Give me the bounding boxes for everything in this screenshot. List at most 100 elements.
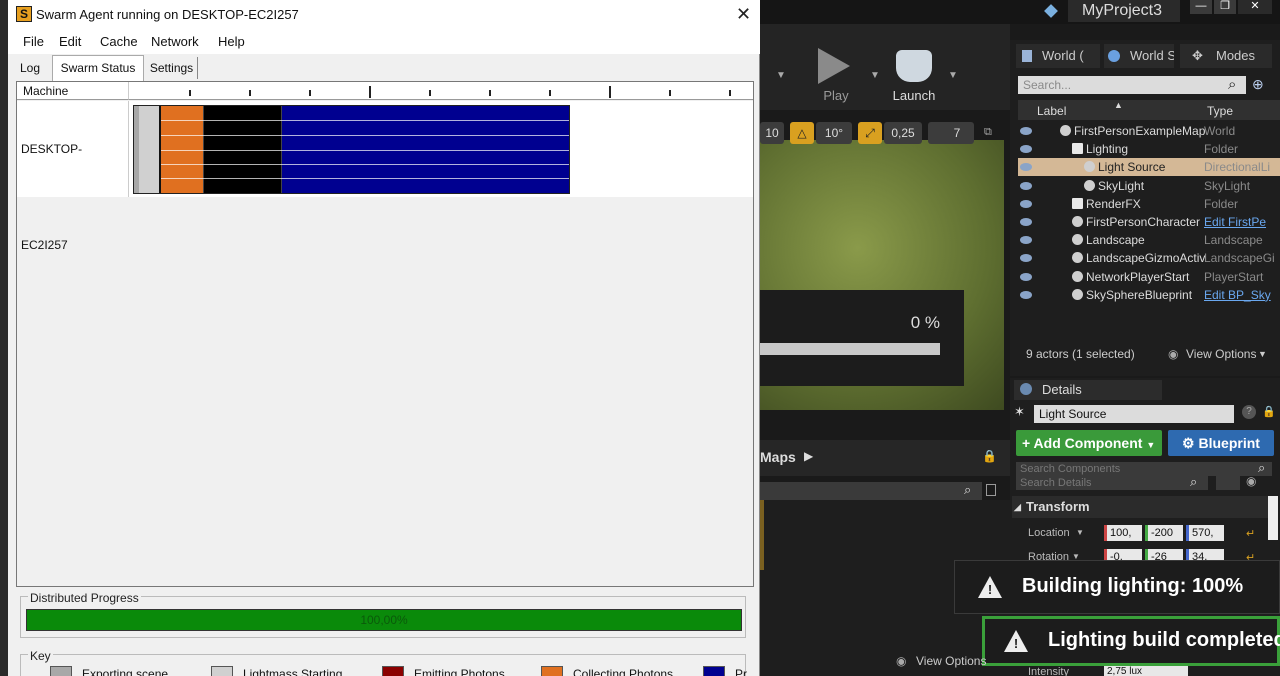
chevron-down-icon[interactable]: ▼ [1258, 340, 1267, 368]
location-z[interactable]: 570, [1186, 525, 1224, 541]
blueprint-button[interactable]: ⚙ Blueprint [1168, 430, 1274, 456]
grid-view-icon[interactable] [1216, 476, 1240, 490]
sort-asc-icon: ▲ [1114, 100, 1123, 110]
eye-icon: ◉ [1168, 347, 1179, 361]
search-icon[interactable]: ⌕ [1228, 76, 1236, 93]
object-name-field[interactable]: Light Source [1034, 405, 1234, 423]
tab-swarm-status[interactable]: Swarm Status [52, 55, 144, 81]
maps-arrow-icon[interactable]: ▶ [804, 449, 813, 463]
actor-count: 9 actors (1 selected) [1026, 347, 1135, 361]
outliner-row[interactable]: NetworkPlayerStart PlayerStart [1018, 268, 1280, 286]
outliner-row[interactable]: SkyLight SkyLight [1018, 177, 1280, 195]
outliner-row[interactable]: FirstPersonExampleMap World [1018, 122, 1280, 140]
minimize-button[interactable]: — [1190, 0, 1212, 14]
search-details-icon[interactable]: ⌕ [1190, 474, 1197, 490]
tab-settings[interactable]: Settings [146, 57, 198, 79]
segment-lightmass-starting [139, 106, 159, 193]
timeline-tick [489, 90, 491, 96]
visibility-eye-icon[interactable] [1020, 218, 1032, 226]
visibility-eye-icon[interactable] [1020, 199, 1032, 208]
save-icon[interactable] [986, 484, 996, 496]
column-type[interactable]: Type [1207, 104, 1233, 118]
rotation-snap-icon[interactable]: △ [790, 122, 814, 144]
rotation-snap-value[interactable]: 10° [816, 122, 852, 144]
close-window-button[interactable]: ✕ [1238, 0, 1272, 14]
key-swatch [211, 666, 233, 676]
details-lock-icon[interactable]: 🔒 [1262, 405, 1276, 418]
outliner-row-type: World [1204, 124, 1236, 138]
menu-file[interactable]: File [23, 34, 44, 49]
add-filter-icon[interactable]: ⊕ [1252, 76, 1264, 93]
tab-log[interactable]: Log [12, 57, 48, 79]
play-button[interactable]: Play [812, 88, 860, 103]
outliner-row[interactable]: Light Source DirectionalLi [1018, 158, 1280, 177]
key-text: Exporting scene [82, 667, 169, 676]
outliner-row[interactable]: Lighting Folder [1018, 140, 1280, 158]
location-y[interactable]: -200 [1145, 525, 1183, 541]
folder-icon [1072, 143, 1083, 155]
menu-edit[interactable]: Edit [59, 34, 81, 49]
maximize-viewport-icon[interactable]: ⧉ [984, 126, 992, 139]
maps-tab-label[interactable]: Maps [760, 449, 796, 465]
toolbar-dropdown-icon[interactable]: ▼ [776, 70, 786, 81]
outliner-row-type[interactable]: Edit FirstPe [1204, 213, 1266, 231]
help-icon[interactable]: ? [1242, 405, 1256, 419]
outliner-view-options[interactable]: View Options [1186, 340, 1256, 368]
scale-snap-icon[interactable]: ⤢ [858, 122, 882, 144]
details-scrollbar[interactable] [1268, 496, 1278, 540]
play-dropdown-icon[interactable]: ▼ [870, 70, 880, 81]
actor-icon [1084, 179, 1095, 191]
visibility-eye-icon[interactable] [1020, 145, 1032, 154]
details-view-options[interactable]: View Options [916, 654, 986, 668]
location-label[interactable]: Location [1028, 527, 1070, 539]
tab-details[interactable]: Details [1014, 380, 1162, 400]
menu-network[interactable]: Network [151, 34, 199, 49]
maximize-button[interactable]: ❐ [1214, 0, 1236, 14]
outliner-row[interactable]: RenderFX Folder [1018, 195, 1280, 213]
lock-icon[interactable]: 🔒 [982, 449, 997, 463]
search-components-icon[interactable]: ⌕ [1258, 460, 1265, 476]
visibility-eye-icon[interactable] [1020, 127, 1032, 135]
timeline-tick [309, 90, 311, 96]
visibility-eye-icon[interactable] [1020, 254, 1032, 263]
intensity-value[interactable]: 2,75 lux [1104, 666, 1188, 676]
outliner-row-label: SkySphereBlueprint [1086, 287, 1193, 302]
search-details-input[interactable]: Search Details [1016, 476, 1208, 490]
outliner-row[interactable]: FirstPersonCharacter Edit FirstPe [1018, 213, 1280, 231]
visibility-eye-icon[interactable] [1020, 272, 1032, 281]
outliner-row-type[interactable]: Edit BP_Sky [1204, 286, 1271, 304]
details-eye-icon[interactable]: ◉ [1246, 474, 1256, 488]
maps-search-input[interactable] [760, 482, 982, 500]
transform-section-header[interactable]: ◢ Transform [1012, 496, 1268, 518]
window-title: Swarm Agent running on DESKTOP-EC2I257 [36, 7, 299, 22]
visibility-eye-icon[interactable] [1020, 290, 1032, 299]
visibility-eye-icon[interactable] [1020, 236, 1032, 245]
outliner-row[interactable]: LandscapeGizmoActiv LandscapeGi [1018, 249, 1280, 267]
location-dropdown-icon[interactable]: ▼ [1076, 528, 1084, 537]
add-component-button[interactable]: + Add Component ▼ [1016, 430, 1162, 456]
menu-cache[interactable]: Cache [100, 34, 138, 49]
location-x[interactable]: 100, [1104, 525, 1142, 541]
launch-dropdown-icon[interactable]: ▼ [948, 70, 958, 81]
outliner-row[interactable]: Landscape Landscape [1018, 231, 1280, 249]
close-icon[interactable]: ✕ [736, 4, 751, 25]
launch-button[interactable]: Launch [884, 88, 944, 103]
maps-search-icon[interactable]: ⌕ [964, 482, 971, 498]
scale-snap-value[interactable]: 0,25 [884, 122, 922, 144]
outliner-search-input[interactable]: Search... [1018, 76, 1246, 94]
visibility-eye-icon[interactable] [1020, 163, 1032, 172]
key-text: Lightmass Starting [243, 667, 343, 676]
launch-icon[interactable] [896, 50, 932, 82]
camera-speed-button[interactable]: 7 [928, 122, 974, 144]
column-label[interactable]: Label [1037, 104, 1066, 118]
machine-column-header: Machine [17, 82, 129, 100]
search-components-input[interactable]: Search Components [1016, 462, 1272, 476]
reset-location-icon[interactable]: ↵ [1246, 527, 1255, 540]
actor-icon [1072, 234, 1083, 246]
visibility-eye-icon[interactable] [1020, 181, 1032, 190]
grid-snap-value[interactable]: 10 [760, 122, 784, 144]
menu-help[interactable]: Help [218, 34, 245, 49]
project-name: MyProject3 [1068, 0, 1180, 22]
outliner-row[interactable]: SkySphereBlueprint Edit BP_Sky [1018, 286, 1280, 304]
outliner-header: Label ▲ Type [1018, 100, 1280, 120]
